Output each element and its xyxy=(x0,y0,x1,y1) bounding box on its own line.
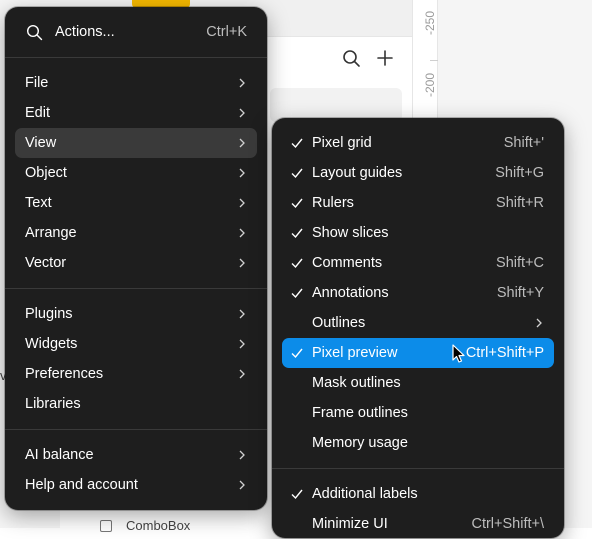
shortcut-label: Ctrl+Shift+P xyxy=(465,345,544,361)
submenu-item-label: Rulers xyxy=(312,195,354,211)
menu-item-label: File xyxy=(25,75,49,91)
check-icon xyxy=(291,348,303,359)
view-submenu: Pixel grid Shift+' Layout guides Shift+G… xyxy=(272,118,564,538)
menu-item-label: Text xyxy=(25,195,52,211)
chevron-right-icon xyxy=(239,168,245,178)
submenu-item-label: Show slices xyxy=(312,225,389,241)
submenu-item-additional-labels[interactable]: Additional labels xyxy=(282,479,554,509)
menu-item-label: Object xyxy=(25,165,67,181)
check-icon xyxy=(291,228,303,239)
menu-item-vector[interactable]: Vector xyxy=(15,248,257,278)
menu-item-label: Libraries xyxy=(25,396,81,412)
menu-separator xyxy=(5,57,267,58)
submenu-item-memory-usage[interactable]: Memory usage xyxy=(282,428,554,458)
menu-item-label: Plugins xyxy=(25,306,73,322)
actions-search[interactable]: Actions... Ctrl+K xyxy=(15,17,257,47)
chevron-right-icon xyxy=(239,369,245,379)
menu-item-label: Arrange xyxy=(25,225,77,241)
shortcut-label: Shift+' xyxy=(503,135,544,151)
plus-icon[interactable] xyxy=(374,47,396,69)
submenu-item-annotations[interactable]: Annotations Shift+Y xyxy=(282,278,554,308)
check-icon xyxy=(291,288,303,299)
chevron-right-icon xyxy=(239,228,245,238)
submenu-item-pixel-grid[interactable]: Pixel grid Shift+' xyxy=(282,128,554,158)
chevron-right-icon xyxy=(239,258,245,268)
actions-label: Actions... xyxy=(55,24,115,40)
submenu-item-label: Pixel preview xyxy=(312,345,398,361)
search-icon[interactable] xyxy=(340,47,362,69)
menu-item-label: AI balance xyxy=(25,447,94,463)
shortcut-label: Shift+C xyxy=(496,255,544,271)
check-icon xyxy=(291,489,303,500)
menu-item-label: Edit xyxy=(25,105,50,121)
submenu-item-show-slices[interactable]: Show slices xyxy=(282,218,554,248)
menu-item-help-and-account[interactable]: Help and account xyxy=(15,470,257,500)
component-icon xyxy=(100,520,112,532)
menu-separator xyxy=(5,288,267,289)
submenu-item-label: Annotations xyxy=(312,285,389,301)
submenu-item-pixel-preview[interactable]: Pixel preview Ctrl+Shift+P xyxy=(282,338,554,368)
menu-item-label: Widgets xyxy=(25,336,78,352)
submenu-item-label: Memory usage xyxy=(312,435,408,451)
chevron-right-icon xyxy=(239,480,245,490)
submenu-item-label: Additional labels xyxy=(312,486,418,502)
submenu-item-label: Outlines xyxy=(312,315,366,331)
chevron-right-icon xyxy=(239,450,245,460)
submenu-item-rulers[interactable]: Rulers Shift+R xyxy=(282,188,554,218)
chevron-right-icon xyxy=(536,318,542,328)
menu-item-libraries[interactable]: Libraries xyxy=(15,389,257,419)
submenu-item-label: Frame outlines xyxy=(312,405,408,421)
menu-item-text[interactable]: Text xyxy=(15,188,257,218)
submenu-item-comments[interactable]: Comments Shift+C xyxy=(282,248,554,278)
chevron-right-icon xyxy=(239,198,245,208)
submenu-item-mask-outlines[interactable]: Mask outlines xyxy=(282,368,554,398)
menu-item-label: Help and account xyxy=(25,477,138,493)
submenu-item-minimize-ui[interactable]: Minimize UI Ctrl+Shift+\ xyxy=(282,509,554,539)
shortcut-label: Shift+R xyxy=(496,195,544,211)
chevron-right-icon xyxy=(239,309,245,319)
menu-item-arrange[interactable]: Arrange xyxy=(15,218,257,248)
chevron-right-icon xyxy=(239,138,245,148)
layer-item-label[interactable]: ComboBox xyxy=(126,518,190,533)
shortcut-label: Shift+Y xyxy=(496,285,544,301)
menu-item-label: View xyxy=(25,135,57,151)
submenu-item-outlines[interactable]: Outlines xyxy=(282,308,554,338)
menu-separator xyxy=(272,468,564,469)
menu-item-preferences[interactable]: Preferences xyxy=(15,359,257,389)
submenu-item-label: Pixel grid xyxy=(312,135,372,151)
mouse-cursor-icon xyxy=(452,344,465,363)
menu-item-view[interactable]: View xyxy=(15,128,257,158)
check-icon xyxy=(291,258,303,269)
check-icon xyxy=(291,138,303,149)
check-icon xyxy=(291,198,303,209)
actions-shortcut: Ctrl+K xyxy=(206,24,247,40)
menu-item-label: Vector xyxy=(25,255,67,271)
menu-item-widgets[interactable]: Widgets xyxy=(15,329,257,359)
submenu-item-label: Minimize UI xyxy=(312,516,388,532)
menu-item-edit[interactable]: Edit xyxy=(15,98,257,128)
submenu-item-label: Mask outlines xyxy=(312,375,401,391)
panel-field xyxy=(270,88,402,122)
menu-item-plugins[interactable]: Plugins xyxy=(15,299,257,329)
search-icon xyxy=(26,24,43,41)
shortcut-label: Shift+G xyxy=(495,165,544,181)
menu-item-object[interactable]: Object xyxy=(15,158,257,188)
menu-item-label: Preferences xyxy=(25,366,104,382)
submenu-item-label: Layout guides xyxy=(312,165,403,181)
shortcut-label: Ctrl+Shift+\ xyxy=(471,516,544,532)
menu-item-ai-balance[interactable]: AI balance xyxy=(15,440,257,470)
menu-separator xyxy=(5,429,267,430)
chevron-right-icon xyxy=(239,339,245,349)
submenu-item-label: Comments xyxy=(312,255,383,271)
ruler-label: -250 xyxy=(423,10,437,36)
chevron-right-icon xyxy=(239,78,245,88)
ruler-label: -200 xyxy=(423,72,437,98)
menu-item-file[interactable]: File xyxy=(15,68,257,98)
submenu-item-frame-outlines[interactable]: Frame outlines xyxy=(282,398,554,428)
chevron-right-icon xyxy=(239,108,245,118)
ruler-tick xyxy=(430,60,438,61)
submenu-item-layout-guides[interactable]: Layout guides Shift+G xyxy=(282,158,554,188)
main-menu: Actions... Ctrl+K File Edit View Object … xyxy=(5,7,267,510)
check-icon xyxy=(291,168,303,179)
